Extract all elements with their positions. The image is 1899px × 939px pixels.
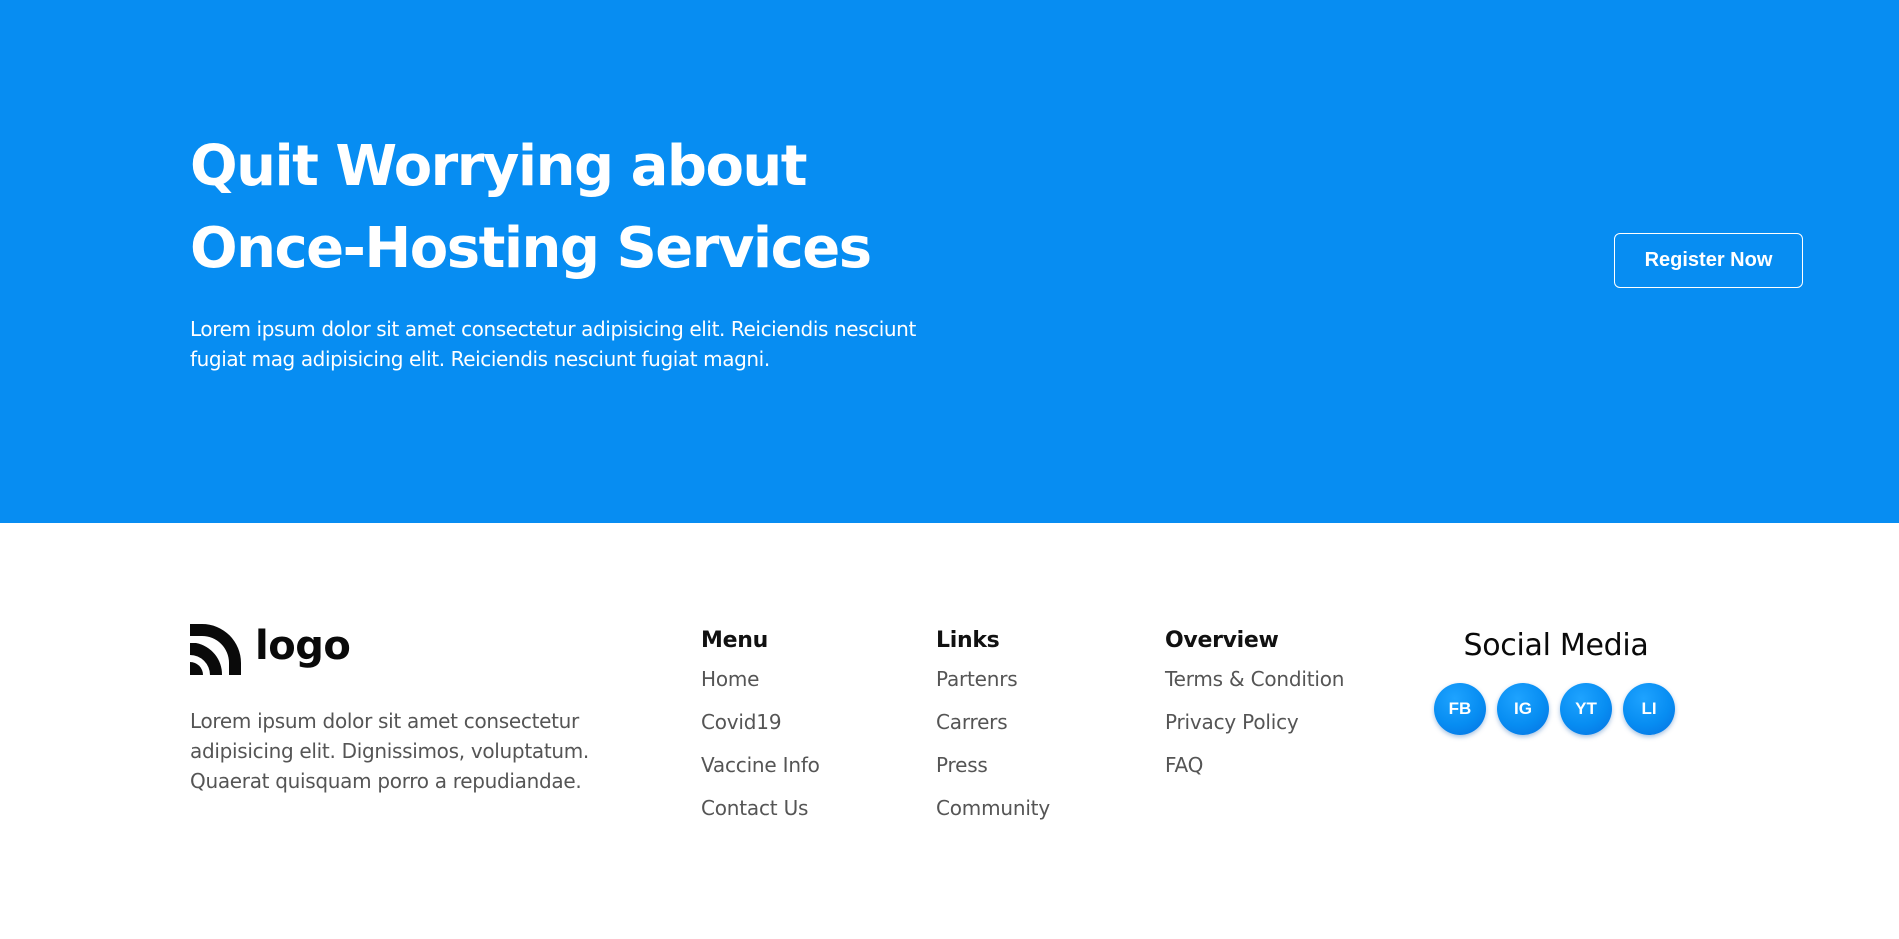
social-media-section: Social Media FB IG YT LI — [1434, 626, 1678, 735]
footer-menu-column: Menu Home Covid19 Vaccine Info Contact U… — [701, 626, 820, 840]
menu-list: Home Covid19 Vaccine Info Contact Us — [701, 668, 820, 840]
hero-banner: Quit Worrying about Once-Hosting Service… — [0, 0, 1899, 523]
footer-about-text: Lorem ipsum dolor sit amet consectetur a… — [190, 706, 650, 796]
links-link-press[interactable]: Press — [936, 754, 1050, 797]
social-icons: FB IG YT LI — [1434, 683, 1678, 735]
social-media-heading: Social Media — [1463, 628, 1649, 663]
footer-logo[interactable]: logo — [190, 623, 351, 675]
overview-link-terms[interactable]: Terms & Condition — [1165, 668, 1344, 711]
instagram-icon[interactable]: IG — [1497, 683, 1549, 735]
logo-icon — [190, 623, 241, 675]
footer-overview-column: Overview Terms & Condition Privacy Polic… — [1165, 626, 1344, 797]
hero-description-line-2: fugiat mag adipisicing elit. Reiciendis … — [190, 347, 770, 371]
linkedin-icon[interactable]: LI — [1623, 683, 1675, 735]
footer-about-line-1: Lorem ipsum dolor sit amet consectetur — [190, 709, 579, 733]
youtube-icon[interactable]: YT — [1560, 683, 1612, 735]
menu-heading: Menu — [701, 628, 768, 653]
logo-text: logo — [255, 623, 351, 669]
menu-link-contact-us[interactable]: Contact Us — [701, 797, 820, 840]
links-link-careers[interactable]: Carrers — [936, 711, 1050, 754]
overview-heading: Overview — [1165, 628, 1279, 653]
overview-link-faq[interactable]: FAQ — [1165, 754, 1344, 797]
links-link-community[interactable]: Community — [936, 797, 1050, 840]
footer-about-line-3: Quaerat quisquam porro a repudiandae. — [190, 769, 582, 793]
hero-title-line-1: Quit Worrying about — [190, 134, 808, 199]
hero-title: Quit Worrying about Once-Hosting Service… — [190, 126, 1010, 290]
menu-link-vaccine-info[interactable]: Vaccine Info — [701, 754, 820, 797]
facebook-icon[interactable]: FB — [1434, 683, 1486, 735]
register-now-button[interactable]: Register Now — [1614, 233, 1803, 288]
footer-about-line-2: adipisicing elit. Dignissimos, voluptatu… — [190, 739, 589, 763]
hero-description-line-1: Lorem ipsum dolor sit amet consectetur a… — [190, 317, 916, 341]
hero-description: Lorem ipsum dolor sit amet consectetur a… — [190, 314, 990, 374]
overview-link-privacy-policy[interactable]: Privacy Policy — [1165, 711, 1344, 754]
footer-links-column: Links Partenrs Carrers Press Community — [936, 626, 1050, 840]
hero-title-line-2: Once-Hosting Services — [190, 216, 872, 281]
links-list: Partenrs Carrers Press Community — [936, 668, 1050, 840]
menu-link-home[interactable]: Home — [701, 668, 820, 711]
links-link-partners[interactable]: Partenrs — [936, 668, 1050, 711]
overview-list: Terms & Condition Privacy Policy FAQ — [1165, 668, 1344, 797]
menu-link-covid19[interactable]: Covid19 — [701, 711, 820, 754]
links-heading: Links — [936, 628, 1000, 653]
